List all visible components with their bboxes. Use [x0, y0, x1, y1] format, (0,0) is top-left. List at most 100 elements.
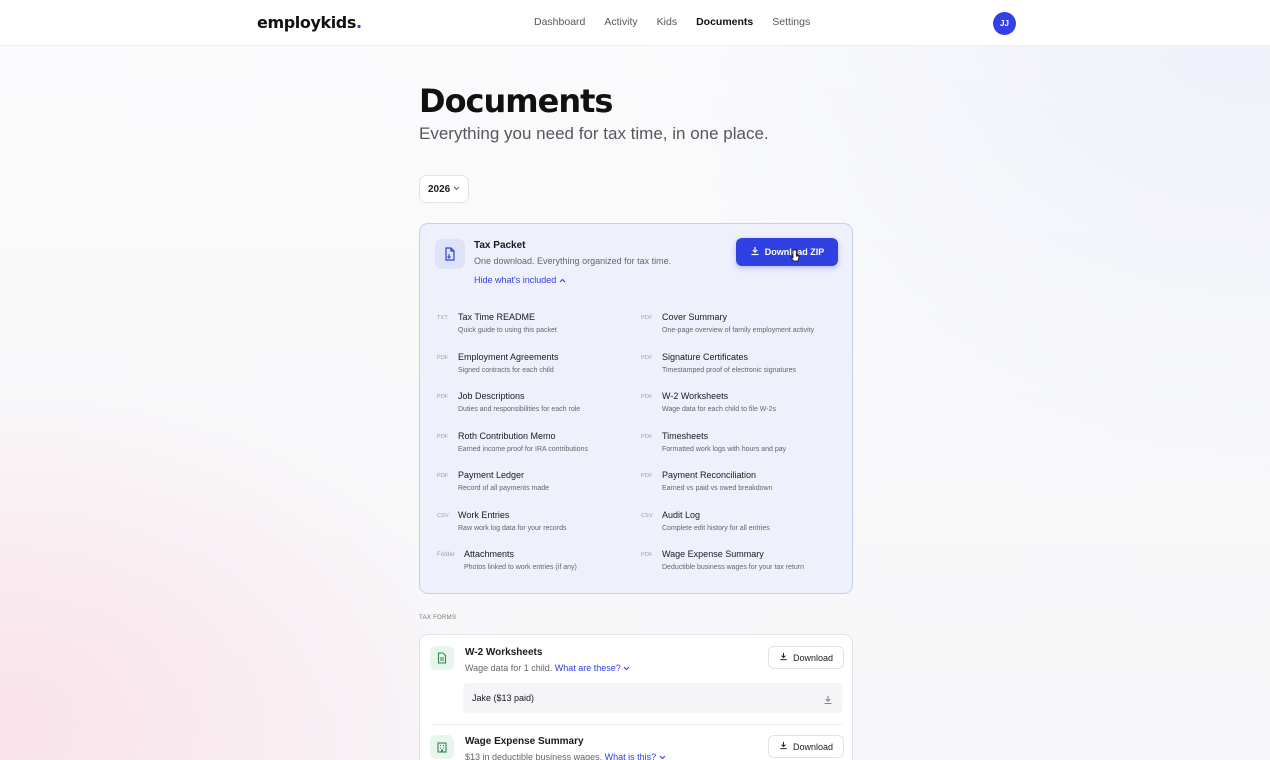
file-type: PDF [641, 394, 653, 400]
download-icon [779, 741, 788, 752]
file-name: Signature Certificates [662, 351, 749, 362]
file-item: Folder Attachments Photos linked to work e… [437, 549, 637, 581]
file-type: PDF [437, 473, 449, 479]
nav-settings[interactable]: Settings [772, 16, 810, 28]
download-label: Download [792, 652, 834, 663]
file-desc: Quick guide to using this packet [458, 327, 557, 334]
file-name: Job Descriptions [458, 391, 525, 401]
file-type: PDF [437, 394, 449, 400]
file-desc: One-page overview of family employment a… [662, 327, 815, 334]
file-item: CSV Audit Log Complete edit history for al… [641, 510, 841, 542]
file-item: TXT Tax Time README Quick guide to using t… [437, 312, 637, 344]
file-name: W-2 Worksheets [662, 391, 729, 401]
packet-title: Tax Packet [474, 240, 526, 251]
file-desc: Formatted work logs with hours and pay [662, 445, 787, 453]
file-item: PDF Wage Expense Summary Deductible busine… [641, 549, 841, 581]
download-icon [750, 246, 760, 258]
w2-desc-text: Wage data for 1 child. [465, 663, 553, 673]
child-worksheet-row[interactable]: Jake ($13 paid) [463, 683, 843, 713]
w2-title: W-2 Worksheets [465, 647, 543, 658]
file-type: TXT [437, 315, 448, 321]
page-title: Documents [419, 82, 613, 120]
download-icon [779, 652, 788, 663]
building-icon [430, 735, 454, 759]
what-are-these-link[interactable]: What are these? [555, 663, 631, 673]
brand-logo[interactable]: employkids. [257, 13, 362, 32]
top-navbar: employkids. Dashboard Activity Kids Docu… [0, 0, 1270, 46]
file-item: PDF Roth Contribution Memo Earned income p… [437, 431, 637, 463]
file-item: PDF Cover Summary One-page overview of fam… [641, 312, 841, 344]
chevron-down-icon [623, 666, 630, 671]
page-subtitle: Everything you need for tax time, in one… [419, 124, 769, 143]
file-name: Attachments [464, 549, 515, 559]
tax-forms-section-label: TAX FORMS [419, 615, 457, 621]
child-worksheet-label: Jake ($13 paid) [472, 693, 535, 703]
file-desc: Deductible business wages for your tax r… [662, 564, 805, 571]
file-name: Timesheets [662, 430, 709, 441]
file-name: Payment Reconciliation [662, 470, 757, 480]
file-name: Payment Ledger [458, 470, 525, 480]
file-name: Cover Summary [662, 312, 728, 322]
file-name: Employment Agreements [458, 351, 559, 362]
divider [432, 724, 842, 725]
file-item: PDF Employment Agreements Signed contracts… [437, 352, 637, 384]
file-type: PDF [437, 433, 449, 440]
file-type: PDF [641, 433, 653, 440]
file-type: PDF [641, 354, 653, 361]
file-name: Roth Contribution Memo [458, 430, 556, 441]
file-type: CSV [437, 512, 449, 519]
wage-expense-download-button[interactable]: Download [768, 735, 844, 758]
download-icon[interactable] [823, 692, 833, 710]
file-desc: Record of all payments made [458, 485, 550, 492]
file-desc: Wage data for each child to file W-2s [662, 406, 776, 413]
year-select-value: 2026 [428, 184, 451, 195]
file-item: PDF Job Descriptions Duties and responsibi… [437, 391, 637, 423]
hide-included-toggle[interactable]: Hide what's included [474, 275, 566, 285]
file-desc: Earned income proof for IRA contribution… [458, 445, 588, 453]
nav-dashboard[interactable]: Dashboard [534, 16, 585, 28]
user-avatar[interactable]: JJ [993, 12, 1016, 35]
file-item: PDF Payment Ledger Record of all payments … [437, 470, 637, 502]
toggle-label: Hide what's included [474, 275, 557, 285]
w2-description: Wage data for 1 child. What are these? [465, 663, 630, 673]
w2-link-label: What are these? [554, 663, 621, 673]
file-item: PDF Timesheets Formatted work logs with ho… [641, 431, 841, 463]
file-type: CSV [641, 512, 653, 519]
nav-documents[interactable]: Documents [696, 16, 753, 28]
wage-expense-title: Wage Expense Summary [465, 736, 584, 747]
download-label: Download [792, 741, 834, 752]
tax-packet-card: Tax Packet One download. Everything orga… [419, 223, 853, 594]
mouse-pointer-icon [790, 249, 801, 268]
nav-activity[interactable]: Activity [604, 16, 637, 28]
file-type: PDF [641, 315, 653, 321]
file-item: CSV Work Entries Raw work log data for you… [437, 510, 637, 542]
file-type: PDF [437, 354, 449, 361]
file-type: PDF [641, 473, 653, 479]
file-desc: Duties and responsibilities for each rol… [458, 406, 581, 413]
wage-expense-description: $13 in deductible business wages. What i… [465, 752, 666, 760]
file-type: PDF [641, 552, 653, 558]
file-name: Work Entries [458, 509, 510, 520]
nav-kids[interactable]: Kids [657, 16, 677, 28]
chevron-up-icon [559, 275, 566, 285]
file-name: Audit Log [662, 509, 701, 520]
file-name: Wage Expense Summary [662, 549, 764, 559]
tax-forms-card: W-2 Worksheets Wage data for 1 child. Wh… [419, 634, 853, 760]
year-select[interactable]: 2026 [419, 175, 469, 203]
file-item: PDF Signature Certificates Timestamped pro… [641, 352, 841, 384]
main-nav: Dashboard Activity Kids Documents Settin… [534, 16, 829, 28]
file-desc: Complete edit history for all entries [662, 524, 770, 532]
file-item: PDF Payment Reconciliation Earned vs paid … [641, 470, 841, 502]
file-item: PDF W-2 Worksheets Wage data for each chil… [641, 391, 841, 423]
file-type: Folder [437, 552, 456, 558]
file-desc: Raw work log data for your records [458, 524, 567, 532]
file-text-icon [430, 646, 454, 670]
what-is-this-link[interactable]: What is this? [605, 752, 666, 760]
wage-desc-text: $13 in deductible business wages. [465, 752, 603, 760]
chevron-down-icon [659, 755, 666, 760]
w2-download-button[interactable]: Download [768, 646, 844, 669]
file-desc: Timestamped proof of electronic signatur… [662, 366, 796, 374]
wage-link-label: What is this? [604, 752, 657, 760]
file-desc: Photos linked to work entries (if any) [464, 564, 577, 571]
download-zip-button[interactable]: Download ZIP [736, 238, 838, 266]
